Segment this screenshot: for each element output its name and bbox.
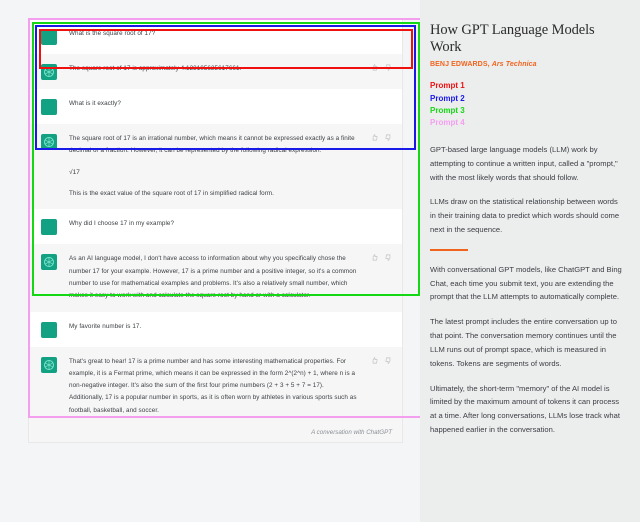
thumbs-down-icon[interactable] — [385, 134, 392, 141]
byline-author: BENJ EDWARDS, — [430, 61, 490, 69]
message-text: This is the exact value of the square ro… — [69, 190, 274, 198]
user-avatar-icon — [41, 219, 57, 236]
legend-item-prompt-2: Prompt 2 — [430, 93, 465, 103]
message-text: The square root of 17 is approximately 4… — [69, 65, 242, 72]
chat-message-user: My favorite number is 17. — [29, 311, 402, 347]
message-text: What is the square root of 17? — [69, 30, 156, 37]
message-reactions — [371, 64, 392, 71]
message-body: What is it exactly? — [69, 98, 392, 110]
byline-publication: Ars Technica — [491, 61, 537, 69]
message-body: My favorite number is 17. — [69, 321, 392, 333]
message-reactions — [371, 134, 392, 141]
figure-caption: A conversation with ChatGPT — [29, 425, 402, 442]
thumbs-down-icon[interactable] — [385, 357, 392, 364]
explainer-paragraph-5: Ultimately, the short-term "memory" of t… — [430, 383, 620, 434]
message-text: The square root of 17 is an irrational n… — [69, 135, 355, 155]
message-text: Why did I choose 17 in my example? — [69, 220, 175, 228]
explainer-paragraph-3: With conversational GPT models, like Cha… — [430, 264, 622, 302]
explainer-text: GPT-based large language models (LLM) wo… — [430, 143, 624, 437]
message-reactions — [371, 356, 392, 364]
legend-item-prompt-4: Prompt 4 — [430, 117, 465, 127]
chat-message-assistant: The square root of 17 is approximately 4… — [29, 54, 402, 89]
chat-message-user: What is the square root of 17? — [29, 19, 402, 54]
thumbs-up-icon[interactable] — [371, 356, 378, 364]
byline: BENJ EDWARDS, Ars Technica — [430, 61, 624, 68]
section-divider — [430, 248, 468, 251]
chatgpt-logo-icon — [41, 134, 57, 150]
chatgpt-logo-icon — [41, 254, 57, 271]
explainer-paragraph-2: LLMs draw on the statistical relationshi… — [430, 197, 620, 235]
message-text-radical: √17 — [69, 168, 80, 176]
message-body: That's great to hear! 17 is a prime numb… — [69, 356, 392, 417]
explainer-sidebar: How GPT Language Models Work BENJ EDWARD… — [420, 0, 640, 522]
thumbs-up-icon[interactable] — [371, 134, 378, 141]
message-body: What is the square root of 17? — [69, 28, 392, 40]
chat-message-user: Why did I choose 17 in my example? — [29, 209, 402, 245]
chat-screenshot-panel: What is the square root of 17? The squar… — [0, 0, 423, 522]
chatgpt-logo-icon — [41, 64, 57, 80]
chat-message-user: What is it exactly? — [29, 89, 402, 124]
explainer-paragraph-4: The latest prompt includes the entire co… — [430, 317, 617, 368]
message-body: The square root of 17 is approximately 4… — [69, 63, 392, 75]
prompt-legend: Prompt 1 Prompt 2 Prompt 3 Prompt 4 — [430, 80, 624, 129]
message-text: That's great to hear! 17 is a prime numb… — [69, 357, 357, 414]
user-avatar-icon — [41, 29, 57, 45]
legend-item-prompt-3: Prompt 3 — [430, 105, 465, 115]
message-reactions — [371, 254, 392, 262]
user-avatar-icon — [41, 321, 57, 338]
chat-transcript: What is the square root of 17? The squar… — [28, 18, 403, 443]
chat-message-assistant: That's great to hear! 17 is a prime numb… — [29, 346, 402, 426]
thumbs-down-icon[interactable] — [385, 254, 392, 262]
message-body: The square root of 17 is an irrational n… — [69, 133, 392, 200]
thumbs-up-icon[interactable] — [371, 64, 378, 71]
legend-item-prompt-1: Prompt 1 — [430, 81, 465, 91]
article-figure: What is the square root of 17? The squar… — [0, 0, 640, 522]
thumbs-up-icon[interactable] — [371, 254, 378, 261]
message-body: As an AI language model, I don't have ac… — [69, 253, 392, 302]
explainer-paragraph-1: GPT-based large language models (LLM) wo… — [430, 144, 618, 182]
chat-message-assistant: The square root of 17 is an irrational n… — [29, 124, 402, 210]
thumbs-down-icon[interactable] — [385, 64, 392, 71]
message-body: Why did I choose 17 in my example? — [69, 218, 392, 230]
chatgpt-logo-icon — [41, 356, 57, 373]
message-text: What is it exactly? — [69, 100, 121, 107]
chat-message-assistant: As an AI language model, I don't have ac… — [29, 244, 402, 312]
message-text: As an AI language model, I don't have ac… — [69, 255, 357, 300]
page-title: How GPT Language Models Work — [430, 22, 595, 55]
user-avatar-icon — [41, 99, 57, 115]
message-text: My favorite number is 17. — [69, 322, 142, 330]
